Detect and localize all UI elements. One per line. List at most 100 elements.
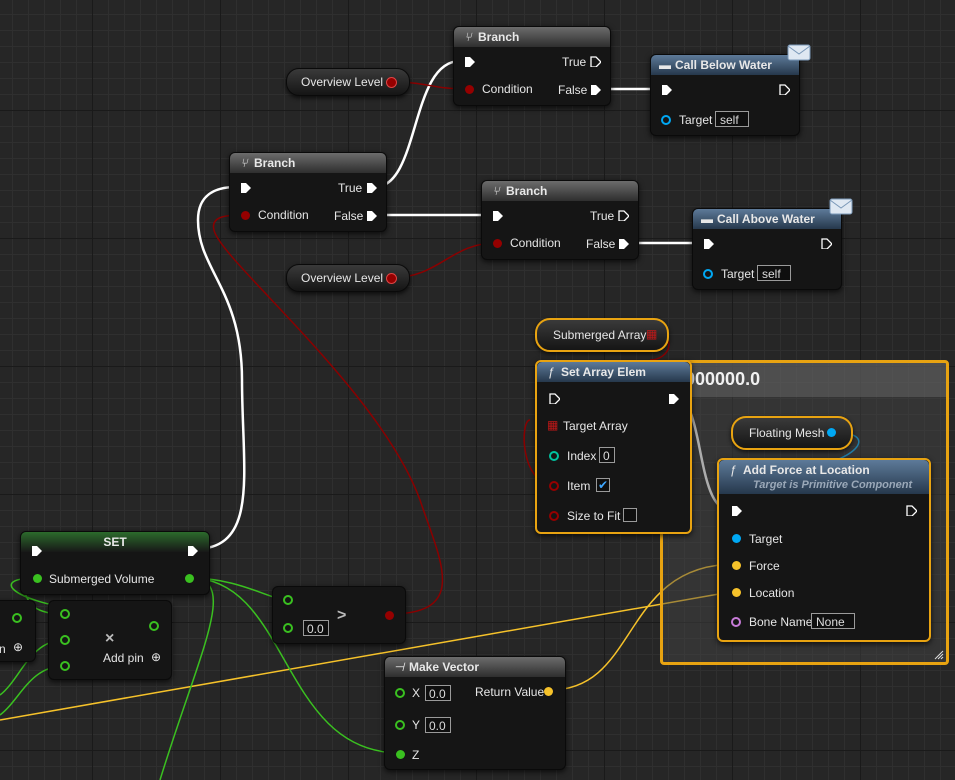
exec-output-pin[interactable] [590,84,601,95]
exec-output-pin[interactable] [187,545,198,556]
target-self-field[interactable]: self [757,265,791,281]
force-label: Force [749,559,780,573]
index-pin[interactable] [549,451,559,461]
floating-mesh-getter[interactable]: Floating Mesh [731,416,853,450]
bool-output-pin[interactable] [386,273,397,284]
greater-than-icon: > [337,607,347,624]
add-pin-label[interactable]: Add pin [103,651,144,665]
branch-node[interactable]: ⑂ Branch True Condition False [481,180,639,260]
overview-level-getter[interactable]: Overview Level [286,68,410,96]
greater-than-node[interactable]: 0.0 > [272,586,406,644]
float-input-pin[interactable] [60,609,70,619]
float-input-pin[interactable] [283,623,293,633]
exec-input-pin[interactable] [731,505,742,516]
node-header[interactable]: ▬ Call Below Water [651,55,799,75]
node-header[interactable]: ⑂ Branch [482,181,638,201]
multiply-icon: × [105,630,115,647]
exec-output-pin[interactable] [590,56,601,67]
item-pin[interactable] [549,481,559,491]
exec-input-pin[interactable] [240,182,251,193]
node-header[interactable]: ƒ Add Force at Location Target is Primiti… [719,460,929,494]
node-header[interactable]: ⊣ Make Vector [385,657,565,677]
exec-input-pin[interactable] [492,210,503,221]
exec-output-pin[interactable] [779,84,790,95]
add-force-at-location-node[interactable]: ƒ Add Force at Location Target is Primiti… [717,458,931,642]
multiply-node[interactable]: × Add pin ⊕ [48,600,172,680]
call-above-water-node[interactable]: ▬ Call Above Water Target self [692,198,853,290]
function-icon: ƒ [729,463,737,477]
location-pin[interactable] [732,588,741,597]
float-pin[interactable] [12,613,22,623]
condition-label: Condition [482,82,533,96]
exec-output-pin[interactable] [366,182,377,193]
exec-input-pin[interactable] [549,393,560,404]
node-header[interactable]: ⑂ Branch [454,27,610,47]
bool-output-pin[interactable] [386,77,397,88]
exec-output-pin[interactable] [366,210,377,221]
call-below-water-node[interactable]: ▬ Call Below Water Target self [650,44,811,136]
add-pin-plus-icon[interactable]: ⊕ [13,640,23,654]
size-to-fit-pin[interactable] [549,511,559,521]
submerged-array-getter[interactable]: Submerged Array ▦ [535,318,669,352]
make-vector-node[interactable]: ⊣ Make Vector X 0.0 Y 0.0 Z Return Value [384,656,566,770]
float-output-pin[interactable] [185,574,194,583]
item-checkbox[interactable]: ✔ [596,478,610,492]
exec-output-pin[interactable] [821,238,832,249]
set-array-elem-node[interactable]: ƒ Set Array Elem ▦ Target Array Index 0 I… [535,360,692,534]
target-pin[interactable] [661,115,671,125]
resize-grip-icon[interactable] [934,650,944,660]
vector-output-pin[interactable] [544,687,553,696]
location-label: Location [749,586,795,600]
bool-output-pin[interactable] [385,611,394,620]
exec-input-pin[interactable] [661,84,672,95]
index-field[interactable]: 0 [599,447,615,463]
float-input-pin[interactable] [60,635,70,645]
node-header[interactable]: ▬ Call Above Water [693,209,841,229]
float-input-pin[interactable] [283,595,293,605]
exec-output-pin[interactable] [618,238,629,249]
true-label: True [590,209,615,223]
node-header[interactable]: SET [21,532,209,552]
exec-output-pin[interactable] [906,505,917,516]
size-to-fit-checkbox[interactable] [623,508,637,522]
condition-pin[interactable] [493,239,502,248]
z-pin[interactable] [396,750,405,759]
exec-input-pin[interactable] [31,545,42,556]
compare-value-field[interactable]: 0.0 [303,620,329,636]
float-input-pin[interactable] [33,574,42,583]
overview-level-getter[interactable]: Overview Level [286,264,410,292]
set-submerged-volume-node[interactable]: SET Submerged Volume [20,531,210,595]
branch-icon: ⑂ [464,30,472,44]
node-header[interactable]: ƒ Set Array Elem [537,362,690,382]
branch-node[interactable]: ⑂ Branch True Condition False [453,26,611,106]
target-label: Target [721,267,755,281]
target-self-field[interactable]: self [715,111,749,127]
object-output-pin[interactable] [827,428,836,437]
bone-name-field[interactable]: None [811,613,855,629]
exec-input-pin[interactable] [464,56,475,67]
exec-output-pin[interactable] [668,393,679,404]
force-pin[interactable] [732,561,741,570]
array-grid-icon[interactable]: ▦ [547,418,558,432]
node-header[interactable]: ⑂ Branch [230,153,386,173]
function-icon: ▬ [659,58,671,72]
x-pin[interactable] [395,688,405,698]
branch-node[interactable]: ⑂ Branch True Condition False [229,152,387,232]
y-label: Y [412,718,421,732]
exec-output-pin[interactable] [618,210,629,221]
x-field[interactable]: 0.0 [425,685,451,701]
condition-pin[interactable] [465,85,474,94]
float-output-pin[interactable] [149,621,159,631]
target-pin[interactable] [703,269,713,279]
y-field[interactable]: 0.0 [425,717,451,733]
add-pin-plus-icon[interactable]: ⊕ [151,650,161,664]
target-pin[interactable] [732,534,741,543]
float-input-pin[interactable] [60,661,70,671]
y-pin[interactable] [395,720,405,730]
bone-name-pin[interactable] [731,617,741,627]
array-grid-icon[interactable]: ▦ [646,327,657,341]
condition-pin[interactable] [241,211,250,220]
partial-math-node[interactable]: n ⊕ [0,600,36,662]
false-label: False [586,237,616,251]
exec-input-pin[interactable] [703,238,714,249]
